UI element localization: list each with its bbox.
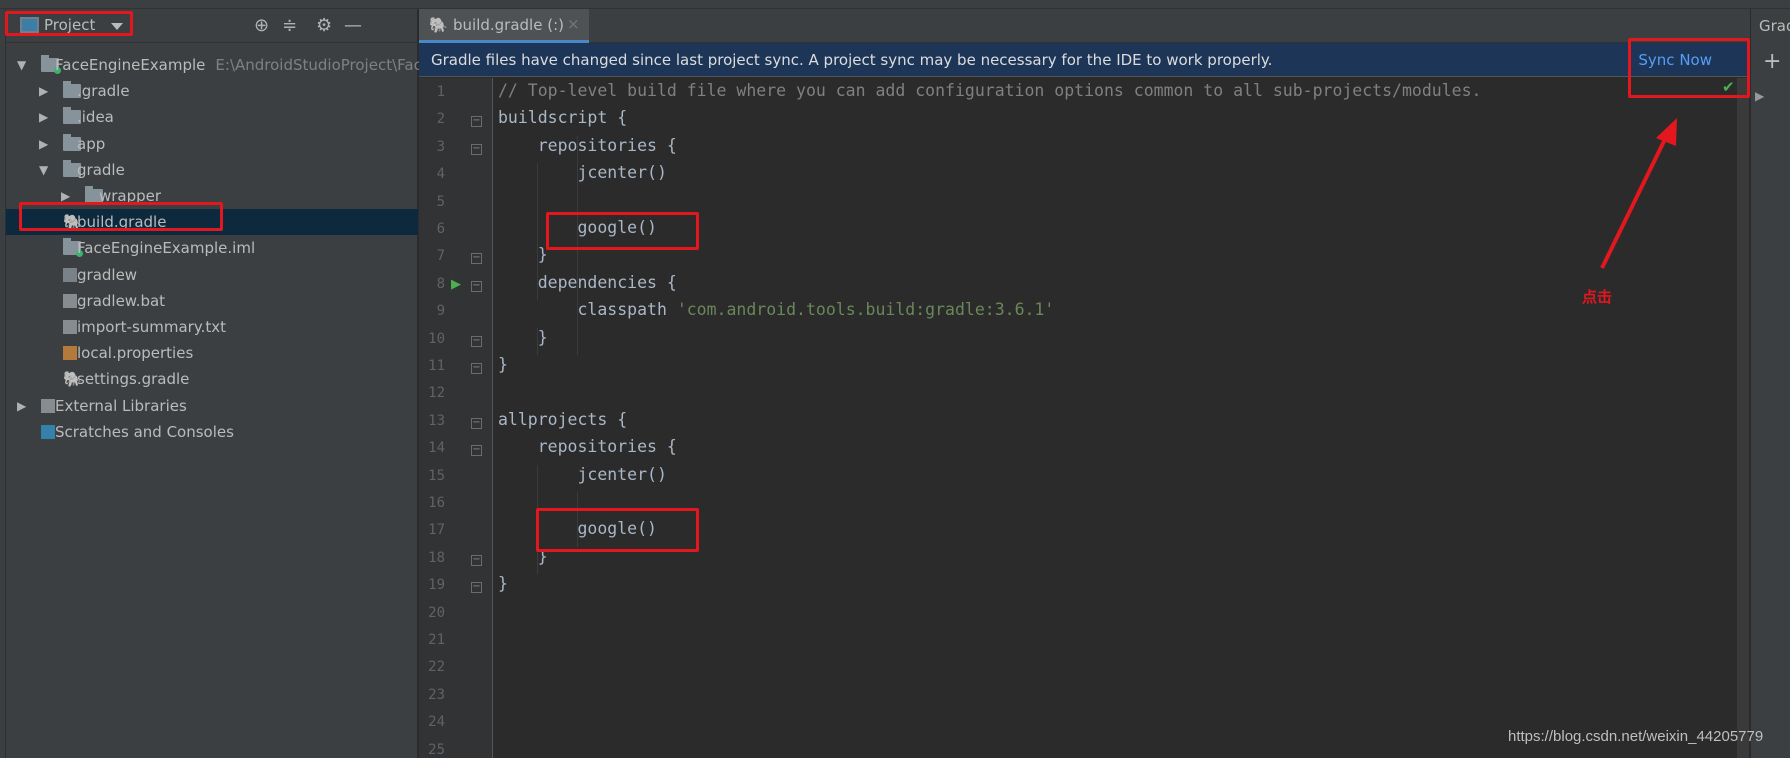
annotation-click-label: 点击 [1582,288,1613,306]
annotation-arrow [1600,118,1677,269]
watermark: https://blog.csdn.net/weixin_44205779 [1508,728,1764,745]
